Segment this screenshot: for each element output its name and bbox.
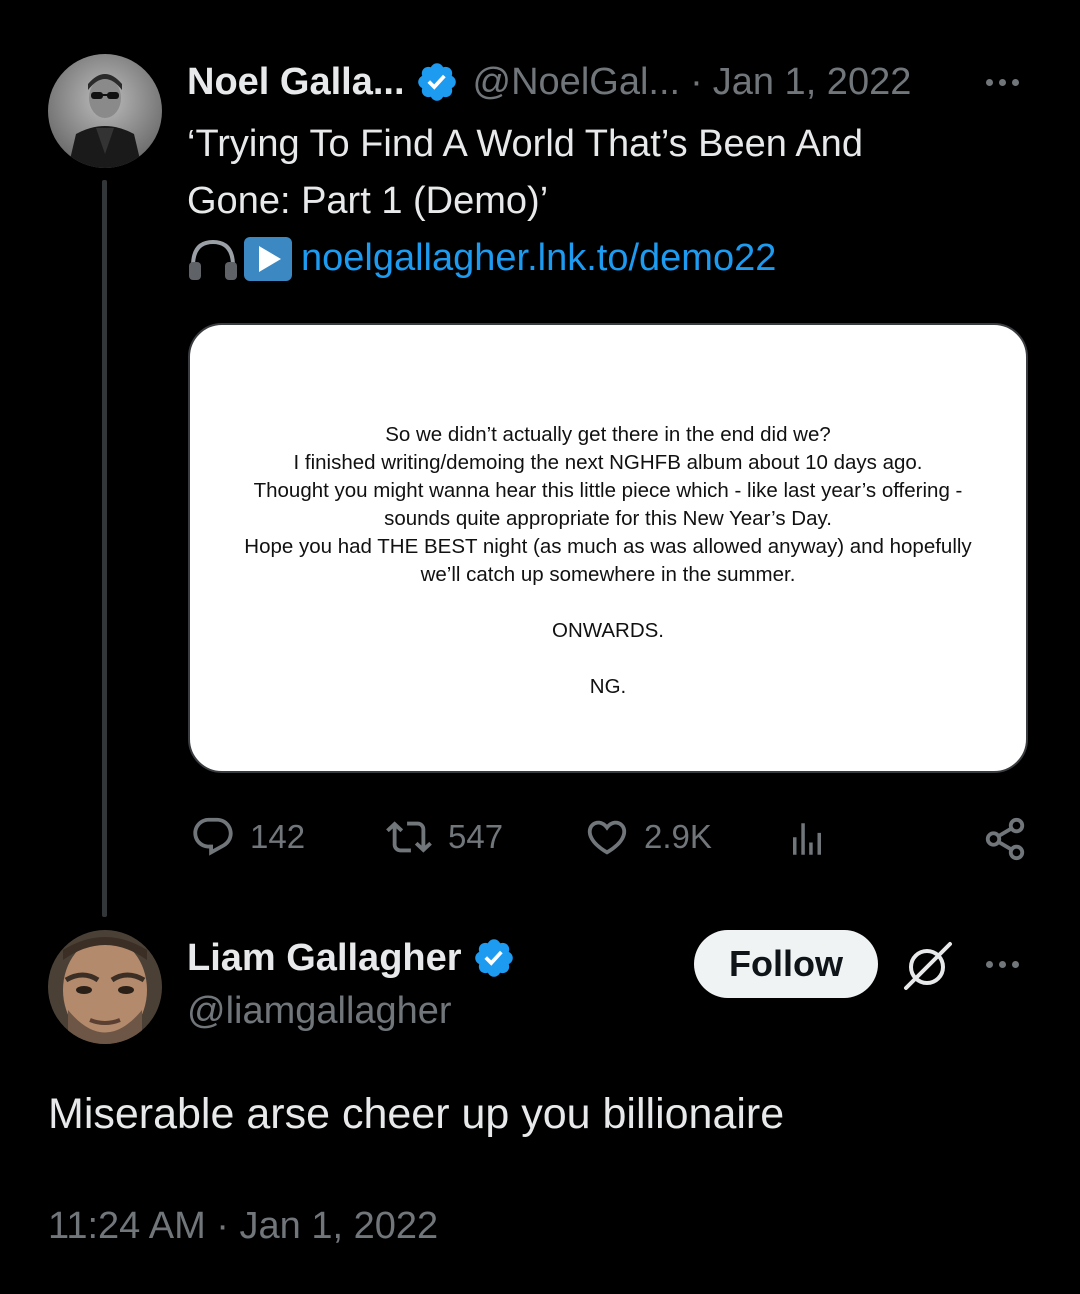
reply-author-handle[interactable]: @liamgallagher [187,990,452,1033]
tweet-date[interactable]: Jan 1, 2022 [713,61,912,104]
thread-line [102,180,107,917]
reply-more-options-icon[interactable] [986,952,1026,976]
tweet-text-line-1: ‘Trying To Find A World That’s Been And [187,123,863,165]
retweet-count: 547 [448,818,504,855]
reply-timestamp[interactable]: 11:24 AM · Jan 1, 2022 [48,1205,438,1248]
heart-icon [587,820,627,855]
separator-dot: · [690,60,703,103]
reply-time: 11:24 AM [48,1205,206,1247]
reply-text: Miserable arse cheer up you billionaire [48,1090,785,1138]
more-options-icon[interactable] [986,70,1026,94]
analytics-icon[interactable] [786,818,828,865]
letter-closing: ONWARDS. [552,619,664,642]
letter-text: So we didn’t actually get there in the e… [190,421,1026,701]
tweet-header: Noel Galla... @NoelGal... · Jan 1, 2022 [187,58,911,106]
verified-badge-icon [472,936,516,980]
letter-signature: NG. [589,675,627,698]
like-button[interactable]: 2.9K [584,814,712,860]
tweet-link[interactable]: noelgallagher.lnk.to/demo22 [301,230,776,287]
reply-icon [193,817,233,856]
grok-icon[interactable] [900,938,956,999]
reply-header: Liam Gallagher [187,934,516,982]
tweet-text-line-2: Gone: Part 1 (Demo)’ [187,180,549,222]
reply-date: Jan 1, 2022 [239,1205,439,1247]
author-handle[interactable]: @NoelGal... [473,61,681,104]
reply-author-name[interactable]: Liam Gallagher [187,937,462,980]
liam-avatar[interactable] [48,930,162,1044]
author-name[interactable]: Noel Galla... [187,61,405,104]
tweet-text: ‘Trying To Find A World That’s Been And … [187,116,863,287]
tweet-image[interactable]: So we didn’t actually get there in the e… [188,323,1028,773]
letter-line: I finished writing/demoing the next NGHF… [293,451,923,474]
letter-line: sounds quite appropriate for this New Ye… [384,507,832,530]
separator-dot: · [216,1205,229,1247]
noel-avatar[interactable] [48,54,162,168]
letter-line: we’ll catch up somewhere in the summer. [420,563,796,586]
letter-line: Thought you might wanna hear this little… [253,479,963,502]
retweet-icon [386,821,432,853]
reply-button[interactable]: 142 [190,814,305,860]
retweet-button[interactable]: 547 [384,814,503,860]
headphones-play-emoji-icon [187,236,293,282]
follow-button[interactable]: Follow [694,930,878,998]
share-icon[interactable] [982,816,1028,867]
letter-line: So we didn’t actually get there in the e… [385,423,831,446]
reply-count: 142 [250,818,306,855]
verified-badge-icon [415,60,459,104]
like-count: 2.9K [644,818,712,855]
letter-line: Hope you had THE BEST night (as much as … [244,535,972,558]
